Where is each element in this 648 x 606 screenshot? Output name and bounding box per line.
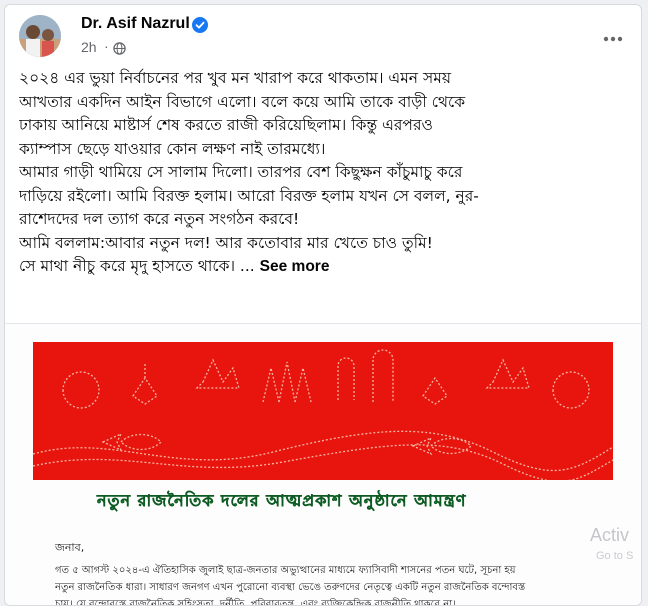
letter-salutation: জনাব, bbox=[55, 541, 85, 554]
post-text-line: আমার গাড়ী থামিয়ে সে সালাম দিলো। তারপর … bbox=[19, 163, 463, 181]
letter-line: নতুন রাজনৈতিক ধারা। সাধারণ জনগণ এখন পুরো… bbox=[55, 582, 526, 593]
post-body-text: ২০২৪ এর ভুয়া নির্বাচনের পর খুব মন খারাপ… bbox=[19, 67, 619, 279]
post-text-line: দাড়িয়ে রইলো। আমি বিরক্ত হলাম। আরো বিরক… bbox=[19, 186, 479, 205]
author-name[interactable]: Dr. Asif Nazrul bbox=[81, 15, 190, 33]
more-options-icon bbox=[603, 36, 623, 42]
avatar-image bbox=[19, 15, 61, 57]
see-more-link[interactable]: See more bbox=[260, 258, 330, 275]
invitation-banner bbox=[33, 342, 613, 480]
post-text-line: রাশেদদের দল ত্যাগ করে নতুন সংগঠন করবে! bbox=[19, 210, 300, 228]
letter-line: গত ৫ আগস্ট ২০২৪-এ ঐতিহাসিক জুলাই ছাত্র-জ… bbox=[55, 565, 516, 576]
post-text-line: ক্যাম্পাস ছেড়ে যাওয়ার কোন লক্ষণ নাই তা… bbox=[19, 139, 326, 158]
activate-windows-watermark: Activ bbox=[590, 525, 630, 545]
post-timestamp[interactable]: 2h bbox=[81, 39, 97, 55]
post-text-line: আমি বললাম:আবার নতুন দল! আর কতোবার মার খে… bbox=[19, 233, 433, 252]
activate-windows-subtext: Go to S bbox=[596, 550, 634, 562]
globe-icon[interactable] bbox=[113, 42, 126, 55]
facebook-post-card: Dr. Asif Nazrul 2h · ২০২৪ এর ভুয়া নির্ব… bbox=[4, 4, 642, 606]
invitation-title: নতুন রাজনৈতিক দলের আত্মপ্রকাশ অনুষ্ঠানে … bbox=[97, 491, 467, 510]
post-text-line: আখতার একদিন আইন বিভাগে এলো। বলে কয়ে আমি… bbox=[19, 92, 466, 111]
letter-line: চায়। যে বন্দোবস্তে রাজনৈতিক সহিংসতা, দু… bbox=[55, 599, 456, 606]
post-text-truncated: সে মাথা নীচু করে মৃদু হাসতে থাকে। ... bbox=[19, 257, 255, 275]
post-text-line: ঢাকায় আনিয়ে মাষ্টার্স শেষ করতে রাজী কর… bbox=[19, 116, 433, 134]
verified-badge-icon bbox=[192, 17, 208, 33]
post-image[interactable]: নতুন রাজনৈতিক দলের আত্মপ্রকাশ অনুষ্ঠানে … bbox=[5, 323, 641, 606]
post-header: Dr. Asif Nazrul 2h · bbox=[5, 5, 641, 69]
more-options-button[interactable] bbox=[599, 25, 627, 53]
letter-body: গত ৫ আগস্ট ২০২৪-এ ঐতিহাসিক জুলাই ছাত্র-জ… bbox=[55, 562, 615, 606]
post-text-line: ২০২৪ এর ভুয়া নির্বাচনের পর খুব মন খারাপ… bbox=[19, 69, 451, 87]
meta-separator: · bbox=[104, 38, 109, 54]
banner-artwork bbox=[33, 342, 613, 480]
author-avatar[interactable] bbox=[19, 15, 61, 57]
post-text-last-line: সে মাথা নীচু করে মৃদু হাসতে থাকে। ... Se… bbox=[19, 255, 619, 279]
